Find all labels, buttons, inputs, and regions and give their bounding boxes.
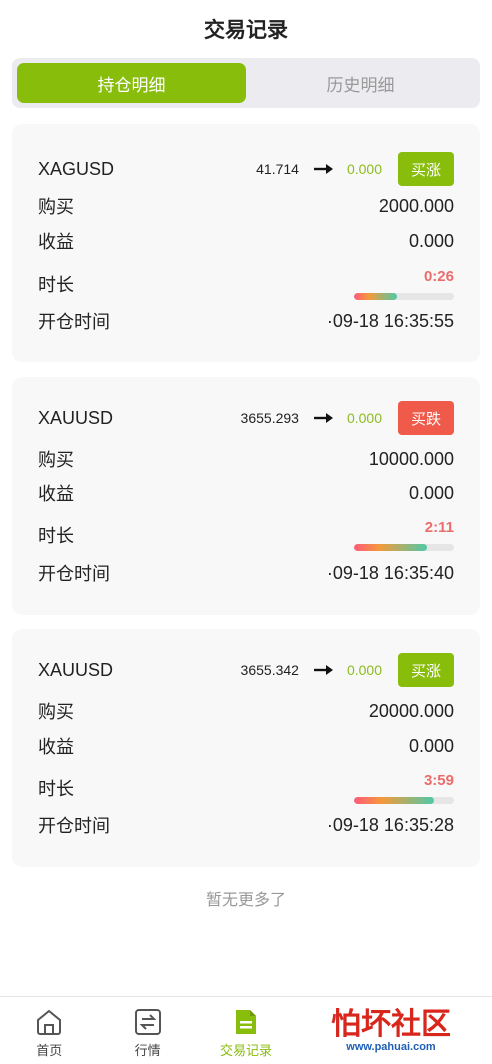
home-icon (37, 1009, 62, 1035)
symbol: XAUUSD (38, 407, 114, 428)
nav-home[interactable]: 首页 (0, 997, 98, 1064)
arrow-right-icon (313, 665, 333, 675)
profit-value: 0.000 (346, 662, 382, 678)
nav-label: 交易记录 (220, 1043, 273, 1058)
watermark-url: www.pahuai.com (346, 1041, 436, 1053)
open-time-label: 开仓时间 (38, 816, 110, 836)
position-card: XAUUSD 3655.293 0.000 买跌 购买 10000.000 收益… (12, 377, 480, 615)
current-price: 41.714 (256, 161, 299, 177)
duration-label: 时长 (38, 526, 74, 546)
buy-label: 购买 (38, 450, 74, 470)
profit-label: 收益 (38, 484, 74, 504)
watermark-text: 怕坏社区 (331, 1008, 451, 1041)
exchange-icon (134, 1009, 161, 1035)
profit-amount: 0.000 (408, 230, 454, 251)
duration-label: 时长 (38, 275, 74, 295)
tab-history[interactable]: 历史明细 (246, 63, 475, 103)
tab-switcher: 持仓明细 历史明细 (12, 58, 480, 108)
buy-amount: 20000.000 (368, 700, 454, 721)
current-price: 3655.293 (240, 410, 299, 426)
profit-label: 收益 (38, 232, 74, 252)
duration-progress-bar (354, 544, 454, 551)
arrow-right-icon (313, 413, 333, 423)
duration-value: 0:26 (423, 268, 454, 285)
position-card: XAGUSD 41.714 0.000 买涨 购买 2000.000 收益 0.… (12, 124, 480, 362)
open-time-value: ·09-18 16:35:55 (326, 310, 454, 331)
buy-amount: 2000.000 (378, 195, 454, 216)
symbol: XAGUSD (38, 158, 115, 179)
buy-label: 购买 (38, 702, 74, 722)
direction-badge: 买涨 (398, 152, 454, 186)
arrow-right-icon (313, 164, 333, 174)
no-more-text: 暂无更多了 (205, 892, 286, 909)
duration-progress-bar (354, 293, 454, 300)
profit-label: 收益 (38, 737, 74, 757)
duration-value: 3:59 (423, 772, 454, 789)
duration-progress-bar (354, 797, 454, 804)
open-time-label: 开仓时间 (38, 312, 110, 332)
open-time-label: 开仓时间 (38, 564, 110, 584)
profit-amount: 0.000 (408, 482, 454, 503)
open-time-value: ·09-18 16:35:40 (326, 562, 454, 583)
buy-label: 购买 (38, 197, 74, 217)
nav-trade-records[interactable]: 交易记录 (197, 997, 295, 1064)
profit-value: 0.000 (346, 410, 382, 426)
document-icon (236, 1010, 257, 1034)
nav-label: 首页 (36, 1043, 63, 1058)
direction-badge: 买涨 (398, 653, 454, 687)
tab-current-positions[interactable]: 持仓明细 (17, 63, 246, 103)
duration-value: 2:11 (424, 519, 454, 536)
position-card: XAUUSD 3655.342 0.000 买涨 购买 20000.000 收益… (12, 629, 480, 867)
profit-amount: 0.000 (408, 735, 454, 756)
profit-value: 0.000 (346, 161, 382, 177)
direction-badge: 买跌 (398, 401, 454, 435)
page-title: 交易记录 (204, 19, 288, 42)
duration-label: 时长 (38, 779, 74, 799)
current-price: 3655.342 (240, 662, 299, 678)
buy-amount: 10000.000 (368, 448, 454, 469)
nav-label: 行情 (134, 1043, 161, 1058)
symbol: XAUUSD (38, 659, 114, 680)
open-time-value: ·09-18 16:35:28 (326, 814, 454, 835)
nav-market[interactable]: 行情 (98, 997, 196, 1064)
watermark-logo: 怕坏社区 www.pahuai.com (296, 1000, 486, 1062)
